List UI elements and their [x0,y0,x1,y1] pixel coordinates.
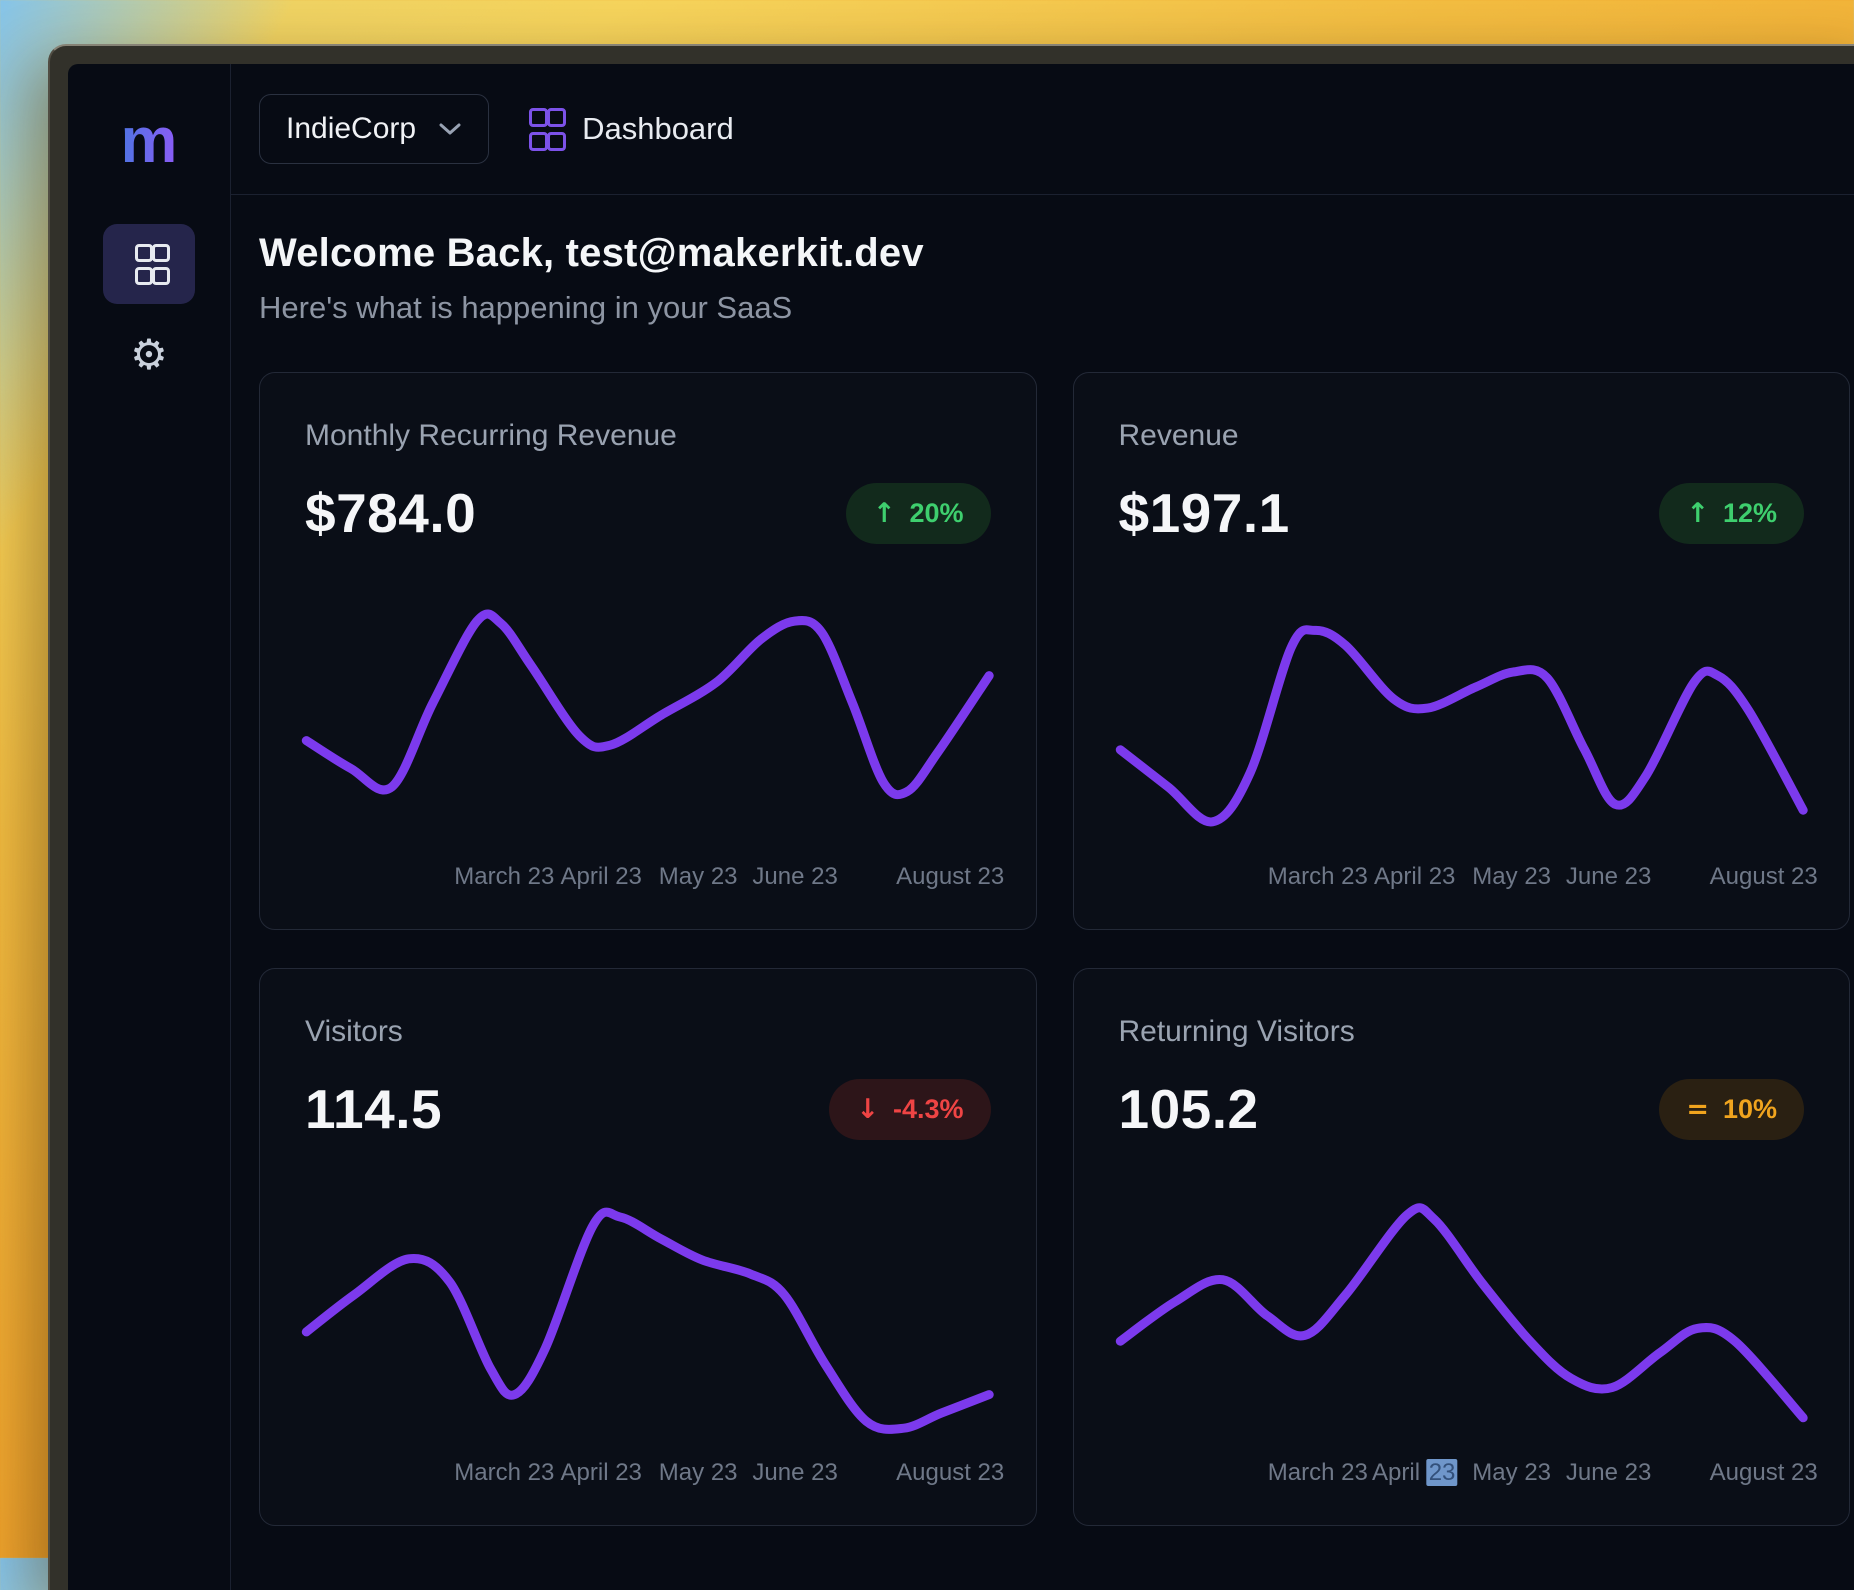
axis-label: June 23 [752,863,837,891]
line-chart [1074,578,1850,878]
equals-icon: = [1686,1094,1709,1125]
axis-label: August 23 [896,1459,1004,1487]
card-value: $784.0 [305,481,476,545]
axis-label: April 23 [561,1459,642,1487]
card-value: $197.1 [1119,481,1290,545]
card-title: Monthly Recurring Revenue [305,419,991,453]
x-axis: March 23April 23 May 23 June 23 August 23 [1074,863,1850,893]
selected-text: 23 [1427,1459,1458,1486]
axis-label: August 23 [1710,863,1818,891]
axis-label: March 23 [454,1459,554,1487]
gear-icon[interactable]: ⚙ [130,334,168,376]
axis-label: June 23 [1566,863,1651,891]
axis-label: August 23 [896,863,1004,891]
topbar: IndieCorp Dashboard [231,64,1854,195]
trend-badge-label: 10% [1723,1094,1777,1125]
welcome-heading: Welcome Back, test@makerkit.dev [259,231,1850,276]
axis-label: May 23 [659,863,738,891]
welcome-subheading: Here's what is happening in your SaaS [259,290,1850,326]
app-window: m ⚙ IndieCorp Dashboard [48,44,1854,1590]
trend-badge: ↓ -4.3% [829,1079,990,1140]
x-axis: March 23April 23 May 23 June 23 August 23 [1074,1459,1850,1489]
axis-label: May 23 [1472,863,1551,891]
axis-label: May 23 [659,1459,738,1487]
trend-badge: = 10% [1659,1079,1804,1140]
axis-label: April 23 [1374,863,1455,891]
app-surface: m ⚙ IndieCorp Dashboard [68,64,1854,1590]
line-chart [260,578,1036,878]
card-value: 114.5 [305,1077,442,1141]
makerkit-logo: m [121,108,178,172]
axis-label: March 23 [1268,1459,1368,1487]
page-header: Dashboard [529,108,734,151]
axis-label: April 23 [561,863,642,891]
trend-badge-label: 12% [1723,498,1777,529]
card-title: Returning Visitors [1119,1015,1805,1049]
team-selector-button[interactable]: IndieCorp [259,94,489,164]
trend-badge: ↑ 20% [846,483,991,544]
trend-badge-label: 20% [909,498,963,529]
arrow-up-icon: ↑ [873,498,896,529]
chevron-down-icon [438,122,462,136]
axis-label: April 23 [1372,1459,1457,1487]
axis-label: August 23 [1710,1459,1818,1487]
axis-label: June 23 [1566,1459,1651,1487]
sidebar: m ⚙ [68,64,231,1590]
team-selector-label: IndieCorp [286,112,416,146]
stats-card-grid: Monthly Recurring Revenue $784.0 ↑ 20% [259,372,1850,1526]
line-chart [1074,1174,1850,1474]
card-returning-visitors: Returning Visitors 105.2 = 10% [1073,968,1851,1526]
dashboard-grid-icon [529,108,560,151]
card-revenue: Revenue $197.1 ↑ 12% [1073,372,1851,930]
main-area: IndieCorp Dashboard Welcome Back, test@m… [231,64,1854,1590]
page-title: Dashboard [582,111,734,147]
arrow-down-icon: ↓ [856,1094,879,1125]
arrow-up-icon: ↑ [1686,498,1709,529]
content: Welcome Back, test@makerkit.dev Here's w… [231,195,1854,1590]
card-title: Visitors [305,1015,991,1049]
grid-icon [135,244,164,285]
x-axis: March 23April 23 May 23 June 23 August 23 [260,1459,1036,1489]
axis-label: June 23 [752,1459,837,1487]
line-chart [260,1174,1036,1474]
card-value: 105.2 [1119,1077,1259,1141]
axis-label: March 23 [454,863,554,891]
trend-badge: ↑ 12% [1659,483,1804,544]
axis-label: March 23 [1268,863,1368,891]
trend-badge-label: -4.3% [893,1094,964,1125]
sidebar-item-dashboard[interactable] [103,224,195,304]
axis-label: May 23 [1472,1459,1551,1487]
card-visitors: Visitors 114.5 ↓ -4.3% [259,968,1037,1526]
card-monthly-recurring-revenue: Monthly Recurring Revenue $784.0 ↑ 20% [259,372,1037,930]
card-title: Revenue [1119,419,1805,453]
x-axis: March 23April 23 May 23 June 23 August 23 [260,863,1036,893]
